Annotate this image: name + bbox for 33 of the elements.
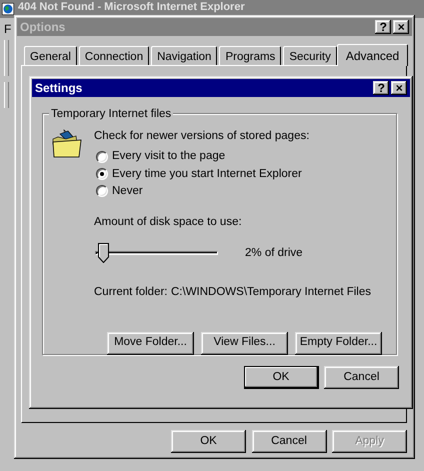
window-title: Settings xyxy=(35,80,84,97)
globe-icon xyxy=(2,3,14,15)
folder-icon xyxy=(52,128,83,158)
help-button[interactable]: ? xyxy=(373,81,390,95)
dialog-button[interactable]: Move Folder... xyxy=(107,332,194,354)
tab[interactable]: Security xyxy=(283,46,337,65)
radio-label[interactable]: Never xyxy=(112,182,143,200)
tab[interactable]: Navigation xyxy=(151,46,218,65)
slider-thumb[interactable] xyxy=(98,243,110,264)
field-label: Amount of disk space to use: xyxy=(94,215,243,230)
folder-path: C:\WINDOWS\Temporary Internet Files xyxy=(171,285,372,300)
radio-button[interactable] xyxy=(96,150,108,163)
radio-button[interactable] xyxy=(96,168,108,180)
tab[interactable]: Connection xyxy=(78,46,150,65)
radio-label[interactable]: Every visit to the page xyxy=(112,148,226,166)
dialog-button[interactable]: Cancel xyxy=(324,366,399,389)
tab[interactable]: Advanced xyxy=(336,44,408,66)
window-title: Options xyxy=(20,19,66,36)
dialog-button[interactable]: OK xyxy=(244,366,318,389)
dialog-button[interactable]: View Files... xyxy=(201,332,288,354)
dialog-button[interactable]: Cancel xyxy=(252,430,326,453)
field-label: Current folder: xyxy=(94,285,169,300)
dialog-button[interactable]: OK xyxy=(171,430,246,453)
close-button[interactable]: × xyxy=(391,81,408,95)
tab[interactable]: Programs xyxy=(219,46,282,65)
tab[interactable]: General xyxy=(24,46,77,65)
radio-button[interactable] xyxy=(96,185,108,198)
menu-item[interactable]: F xyxy=(4,20,12,38)
slider-reading: 2% of drive xyxy=(245,246,303,261)
prompt-text: Check for newer versions of stored pages: xyxy=(94,129,310,144)
window-title: 404 Not Found - Microsoft Internet Explorer xyxy=(18,1,245,13)
radio-label[interactable]: Every time you start Internet Explorer xyxy=(112,166,302,183)
dialog-button[interactable]: Empty Folder... xyxy=(295,332,382,354)
